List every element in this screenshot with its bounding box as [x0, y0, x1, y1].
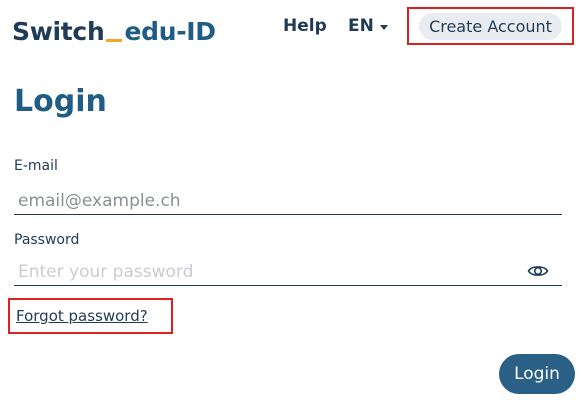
switch-edu-id-logo[interactable]: Switch edu-ID — [12, 12, 216, 46]
password-field[interactable] — [14, 258, 562, 286]
language-selector[interactable]: EN — [348, 16, 388, 36]
forgot-password-highlight: Forgot password? — [8, 298, 173, 334]
help-link[interactable]: Help — [283, 16, 327, 36]
eye-icon[interactable] — [527, 261, 549, 281]
logo-underscore-mark — [106, 39, 123, 42]
login-button[interactable]: Login — [499, 354, 575, 394]
create-account-button[interactable]: Create Account — [419, 12, 562, 40]
create-account-highlight: Create Account — [407, 7, 574, 45]
logo-text-edu-id: edu-ID — [124, 17, 216, 46]
language-label: EN — [348, 16, 374, 36]
forgot-password-link[interactable]: Forgot password? — [16, 307, 148, 325]
email-field[interactable] — [14, 187, 562, 215]
logo-text-switch: Switch — [12, 17, 105, 46]
email-label: E-mail — [14, 158, 58, 174]
password-label: Password — [14, 232, 80, 248]
page-title: Login — [14, 84, 107, 119]
caret-down-icon — [379, 24, 388, 30]
